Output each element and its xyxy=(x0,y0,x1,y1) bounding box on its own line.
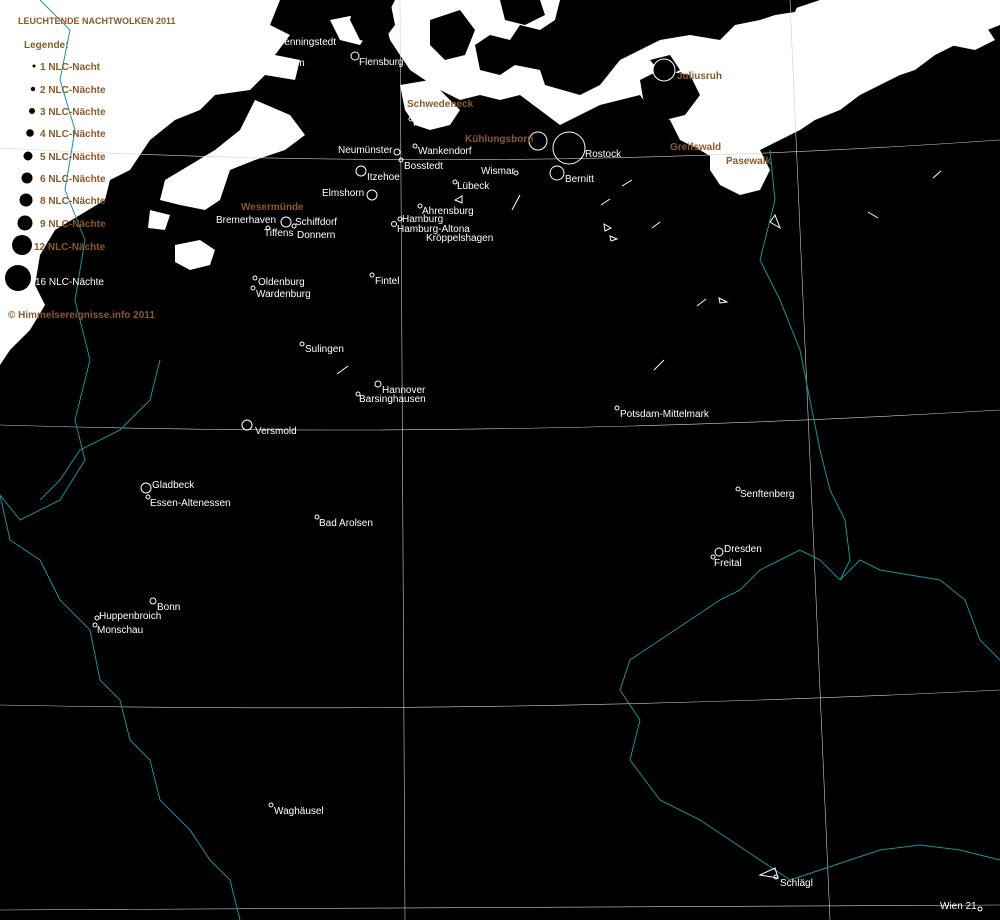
label-fintel: Fintel xyxy=(375,276,399,287)
label-husum: Husum xyxy=(273,58,305,69)
label-neumuenster: Neumünster xyxy=(338,145,393,156)
svg-text:5 NLC-Nächte: 5 NLC-Nächte xyxy=(40,152,106,163)
legend-entry-3: 3 NLC-Nächte xyxy=(29,107,106,118)
label-pasewalk: Pasewalk xyxy=(726,156,771,167)
label-barsinghausen: Barsinghausen xyxy=(359,394,426,405)
label-wismar: Wismar xyxy=(481,166,516,177)
nlc-map: LEUCHTENDE NACHTWOLKEN 2011 Legende: 1 N… xyxy=(0,0,1000,920)
label-wardenburg: Wardenburg xyxy=(256,289,311,300)
svg-text:8 NLC-Nächte: 8 NLC-Nächte xyxy=(40,196,106,207)
label-kroeppelshagen: Kröppelshagen xyxy=(426,233,493,244)
label-bad-arolsen: Bad Arolsen xyxy=(319,518,373,529)
legend-entry-2: 2 NLC-Nächte xyxy=(30,85,106,96)
label-bosstedt: Bosstedt xyxy=(404,161,443,172)
legend-heading: Legende: xyxy=(24,40,68,51)
label-wankendorf: Wankendorf xyxy=(418,146,472,157)
label-schiffdorf: Schiffdorf xyxy=(295,217,337,228)
label-schlaegl: Schlägl xyxy=(780,878,813,889)
label-bremerhaven: Bremerhaven xyxy=(216,215,276,226)
label-bernitt: Bernitt xyxy=(565,174,594,185)
svg-text:6 NLC-Nächte: 6 NLC-Nächte xyxy=(40,174,106,185)
svg-text:3 NLC-Nächte: 3 NLC-Nächte xyxy=(40,107,106,118)
svg-text:2 NLC-Nächte: 2 NLC-Nächte xyxy=(40,85,106,96)
legend-credit: © Himmelsereignisse.info 2011 xyxy=(8,310,155,321)
label-greifswald: Greifswald xyxy=(670,142,721,153)
label-essen-altenessen: Essen-Altenessen xyxy=(150,498,231,509)
svg-text:12 NLC-Nächte: 12 NLC-Nächte xyxy=(34,242,106,253)
label-elmshorn: Elmshorn xyxy=(322,188,364,199)
label-wenningstedt: Wenningstedt xyxy=(275,37,336,48)
label-tiffens: Tiffens xyxy=(264,228,293,239)
label-monschau: Monschau xyxy=(97,625,143,636)
label-senftenberg: Senftenberg xyxy=(740,489,795,500)
label-oldenburg: Oldenburg xyxy=(258,277,305,288)
label-gladbeck: Gladbeck xyxy=(152,480,195,491)
label-freital: Freital xyxy=(714,558,742,569)
label-wien-21: Wien 21 xyxy=(940,901,977,912)
svg-text:4 NLC-Nächte: 4 NLC-Nächte xyxy=(40,129,106,140)
svg-text:1 NLC-Nacht: 1 NLC-Nacht xyxy=(40,62,101,73)
label-sulingen: Sulingen xyxy=(305,344,344,355)
svg-text:9 NLC-Nächte: 9 NLC-Nächte xyxy=(40,219,106,230)
label-kuehlungsborn: Kühlungsborn xyxy=(465,134,533,145)
site-juliusruh xyxy=(652,58,676,82)
label-potsdam-mittelmark: Potsdam-Mittelmark xyxy=(620,409,710,420)
legend-entry-1: 1 NLC-Nacht xyxy=(32,62,101,73)
label-flensburg: Flensburg xyxy=(359,57,403,68)
label-donnern: Donnern xyxy=(297,230,335,241)
label-luebeck: Lübeck xyxy=(457,181,490,192)
label-dresden: Dresden xyxy=(724,544,762,555)
map-title: LEUCHTENDE NACHTWOLKEN 2011 xyxy=(18,16,176,26)
label-juliusruh: Juliusruh xyxy=(677,71,722,82)
label-rostock: Rostock xyxy=(585,149,622,160)
svg-text:16 NLC-Nächte: 16 NLC-Nächte xyxy=(35,277,104,288)
label-versmold: Versmold xyxy=(255,426,297,437)
label-schwedeneck: Schwedeneck xyxy=(407,99,474,110)
label-itzehoe: Itzehoe xyxy=(367,172,400,183)
label-wesermuende: Wesermünde xyxy=(241,202,304,213)
label-kiel: Kiel xyxy=(413,118,430,129)
label-waghaeusel: Waghäusel xyxy=(274,806,324,817)
label-huppenbroich: Huppenbroich xyxy=(99,611,161,622)
